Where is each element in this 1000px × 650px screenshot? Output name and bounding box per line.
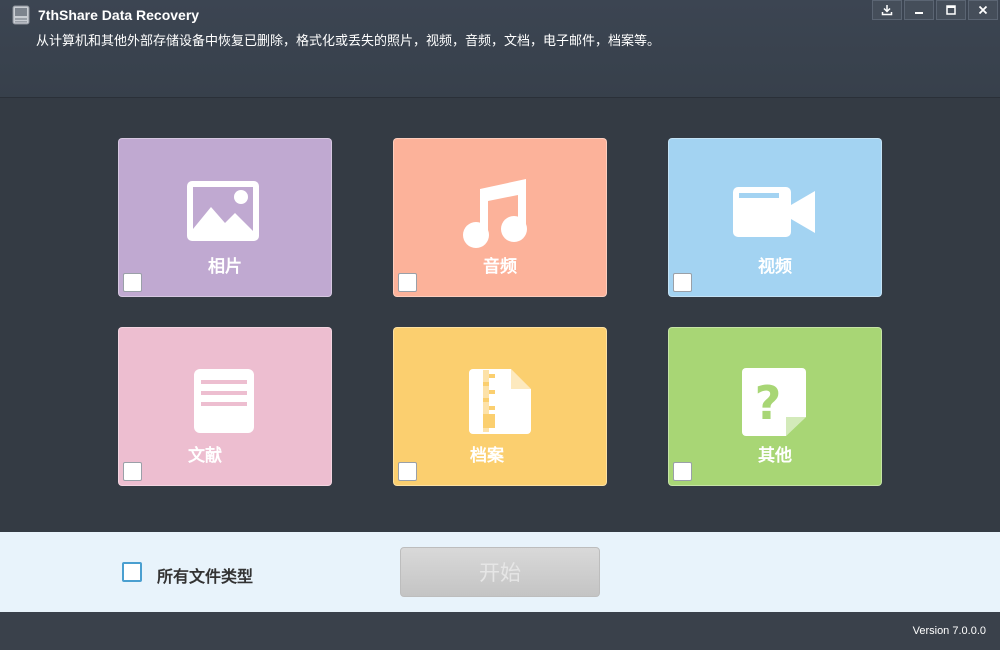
category-tile-archive[interactable]: 档案 [393,327,607,486]
window-controls [872,0,998,20]
minimize-button[interactable] [904,0,934,20]
category-checkbox-video[interactable] [673,273,692,292]
app-title: 7thShare Data Recovery [38,7,200,23]
category-panel: 相片 音频 视频 文献 档案 ? 其他 [0,98,1000,532]
all-file-types-label[interactable]: 所有文件类型 [157,563,253,587]
close-icon [978,5,988,15]
category-checkbox-archive[interactable] [398,462,417,481]
category-label-photo: 相片 [208,257,242,277]
category-tile-other[interactable]: ? 其他 [668,327,882,486]
category-label-other: 其他 [758,446,792,466]
svg-text:?: ? [755,376,782,430]
category-label-audio: 音频 [483,257,517,277]
category-label-video: 视频 [758,257,792,277]
category-checkbox-document[interactable] [123,462,142,481]
download-button[interactable] [872,0,902,20]
category-tile-photo[interactable]: 相片 [118,138,332,297]
app-logo-icon [12,5,30,25]
question-file-icon: ? [742,368,806,436]
category-tile-document[interactable]: 文献 [118,327,332,486]
music-note-icon [463,179,527,248]
action-bar: 所有文件类型 开始 [0,532,1000,612]
category-tile-video[interactable]: 视频 [668,138,882,297]
title-bar: 7thShare Data Recovery 从计算机和其他外部存储设备中恢复已… [0,0,1000,98]
maximize-icon [946,5,956,15]
status-bar: Version 7.0.0.0 [0,612,1000,650]
minimize-icon [915,12,923,14]
category-checkbox-other[interactable] [673,462,692,481]
video-camera-icon [733,187,815,237]
download-icon [881,5,893,16]
category-checkbox-audio[interactable] [398,273,417,292]
category-checkbox-photo[interactable] [123,273,142,292]
version-label: Version 7.0.0.0 [912,625,986,637]
image-icon [187,181,259,241]
app-subtitle: 从计算机和其他外部存储设备中恢复已删除，格式化或丢失的照片，视频，音频，文档，电… [36,34,661,49]
maximize-button[interactable] [936,0,966,20]
zip-file-icon [469,369,531,434]
document-icon [194,369,254,433]
close-button[interactable] [968,0,998,20]
category-tile-audio[interactable]: 音频 [393,138,607,297]
start-button[interactable]: 开始 [400,547,600,597]
all-file-types-checkbox[interactable] [122,562,142,582]
